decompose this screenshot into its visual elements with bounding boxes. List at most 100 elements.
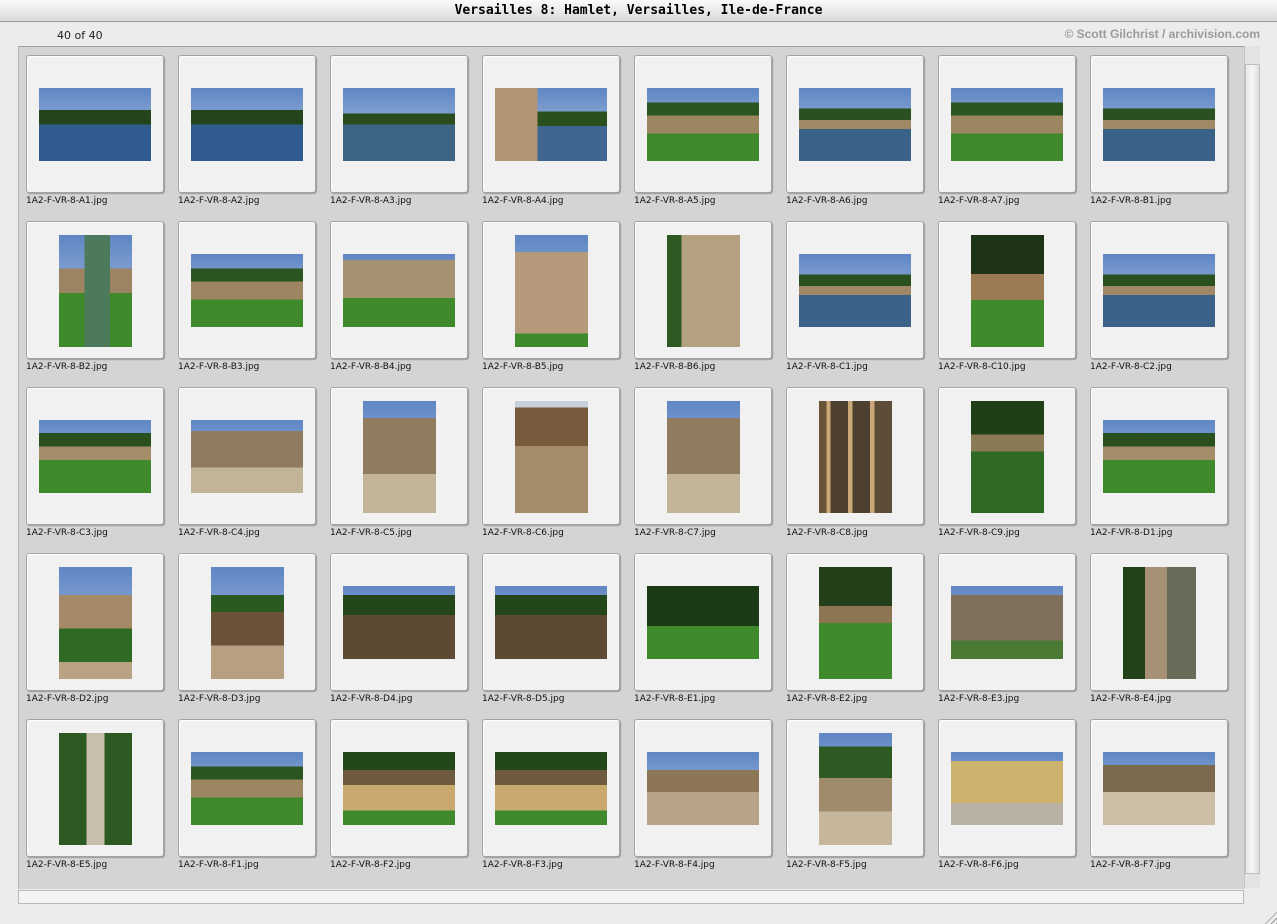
photo-thumbnail[interactable] [495, 586, 607, 659]
slide-frame[interactable] [634, 55, 772, 193]
thumbnail-cell[interactable]: 1A2-F-VR-8-C10.jpg [931, 214, 1076, 380]
thumbnail-cell[interactable]: 1A2-F-VR-8-A2.jpg [171, 48, 316, 214]
slide-frame[interactable] [330, 719, 468, 857]
slide-frame[interactable] [634, 719, 772, 857]
slide-frame[interactable] [482, 719, 620, 857]
photo-thumbnail[interactable] [39, 420, 151, 493]
slide-frame[interactable] [178, 387, 316, 525]
thumbnail-cell[interactable]: 1A2-F-VR-8-D4.jpg [323, 546, 468, 712]
thumbnail-cell[interactable]: 1A2-F-VR-8-F6.jpg [931, 712, 1076, 878]
thumbnail-cell[interactable]: 1A2-F-VR-8-D5.jpg [475, 546, 620, 712]
photo-thumbnail[interactable] [495, 752, 607, 825]
thumbnail-cell[interactable]: 1A2-F-VR-8-E1.jpg [627, 546, 772, 712]
slide-frame[interactable] [26, 719, 164, 857]
photo-thumbnail[interactable] [59, 235, 132, 347]
slide-frame[interactable] [938, 221, 1076, 359]
slide-frame[interactable] [330, 55, 468, 193]
thumbnail-cell[interactable]: 1A2-F-VR-8-E2.jpg [779, 546, 924, 712]
slide-frame[interactable] [634, 553, 772, 691]
slide-frame[interactable] [482, 221, 620, 359]
photo-thumbnail[interactable] [799, 254, 911, 327]
thumbnail-cell[interactable]: 1A2-F-VR-8-A3.jpg [323, 48, 468, 214]
thumbnail-cell[interactable]: 1A2-F-VR-8-F1.jpg [171, 712, 316, 878]
thumbnail-cell[interactable]: 1A2-F-VR-8-D3.jpg [171, 546, 316, 712]
photo-thumbnail[interactable] [971, 401, 1044, 513]
photo-thumbnail[interactable] [667, 401, 740, 513]
slide-frame[interactable] [178, 221, 316, 359]
thumbnail-cell[interactable]: 1A2-F-VR-8-C7.jpg [627, 380, 772, 546]
photo-thumbnail[interactable] [191, 88, 303, 161]
slide-frame[interactable] [1090, 553, 1228, 691]
photo-thumbnail[interactable] [515, 401, 588, 513]
photo-thumbnail[interactable] [191, 254, 303, 327]
slide-frame[interactable] [330, 387, 468, 525]
photo-thumbnail[interactable] [1103, 752, 1215, 825]
photo-thumbnail[interactable] [1103, 254, 1215, 327]
slide-frame[interactable] [26, 553, 164, 691]
thumbnail-cell[interactable]: 1A2-F-VR-8-C9.jpg [931, 380, 1076, 546]
thumbnail-cell[interactable]: 1A2-F-VR-8-E4.jpg [1083, 546, 1228, 712]
thumbnail-cell[interactable]: 1A2-F-VR-8-C6.jpg [475, 380, 620, 546]
thumbnail-cell[interactable]: 1A2-F-VR-8-D1.jpg [1083, 380, 1228, 546]
thumbnail-cell[interactable]: 1A2-F-VR-8-B2.jpg [19, 214, 164, 380]
photo-thumbnail[interactable] [343, 752, 455, 825]
slide-frame[interactable] [786, 719, 924, 857]
slide-frame[interactable] [786, 221, 924, 359]
photo-thumbnail[interactable] [819, 567, 892, 679]
thumbnail-cell[interactable]: 1A2-F-VR-8-D2.jpg [19, 546, 164, 712]
thumbnail-cell[interactable]: 1A2-F-VR-8-A6.jpg [779, 48, 924, 214]
slide-frame[interactable] [178, 553, 316, 691]
slide-frame[interactable] [786, 387, 924, 525]
photo-thumbnail[interactable] [647, 752, 759, 825]
thumbnail-cell[interactable]: 1A2-F-VR-8-B6.jpg [627, 214, 772, 380]
slide-frame[interactable] [1090, 221, 1228, 359]
vertical-scrollbar[interactable] [1244, 46, 1260, 888]
photo-thumbnail[interactable] [515, 235, 588, 347]
photo-thumbnail[interactable] [59, 733, 132, 845]
thumbnail-cell[interactable]: 1A2-F-VR-8-A7.jpg [931, 48, 1076, 214]
slide-frame[interactable] [1090, 55, 1228, 193]
thumbnail-cell[interactable]: 1A2-F-VR-8-E5.jpg [19, 712, 164, 878]
slide-frame[interactable] [330, 221, 468, 359]
photo-thumbnail[interactable] [971, 235, 1044, 347]
thumbnail-cell[interactable]: 1A2-F-VR-8-F4.jpg [627, 712, 772, 878]
thumbnail-cell[interactable]: 1A2-F-VR-8-B1.jpg [1083, 48, 1228, 214]
photo-thumbnail[interactable] [59, 567, 132, 679]
photo-thumbnail[interactable] [951, 752, 1063, 825]
thumbnail-cell[interactable]: 1A2-F-VR-8-B5.jpg [475, 214, 620, 380]
photo-thumbnail[interactable] [211, 567, 284, 679]
photo-thumbnail[interactable] [799, 88, 911, 161]
thumbnail-cell[interactable]: 1A2-F-VR-8-F3.jpg [475, 712, 620, 878]
photo-thumbnail[interactable] [819, 733, 892, 845]
slide-frame[interactable] [178, 719, 316, 857]
slide-frame[interactable] [482, 553, 620, 691]
slide-frame[interactable] [482, 55, 620, 193]
thumbnail-cell[interactable]: 1A2-F-VR-8-B3.jpg [171, 214, 316, 380]
photo-thumbnail[interactable] [363, 401, 436, 513]
photo-thumbnail[interactable] [343, 586, 455, 659]
thumbnail-cell[interactable]: 1A2-F-VR-8-B4.jpg [323, 214, 468, 380]
photo-thumbnail[interactable] [39, 88, 151, 161]
thumbnail-cell[interactable]: 1A2-F-VR-8-C8.jpg [779, 380, 924, 546]
thumbnail-cell[interactable]: 1A2-F-VR-8-F5.jpg [779, 712, 924, 878]
slide-frame[interactable] [938, 719, 1076, 857]
photo-thumbnail[interactable] [1103, 420, 1215, 493]
photo-thumbnail[interactable] [1123, 567, 1196, 679]
slide-frame[interactable] [26, 221, 164, 359]
photo-thumbnail[interactable] [495, 88, 607, 161]
photo-thumbnail[interactable] [951, 586, 1063, 659]
slide-frame[interactable] [938, 553, 1076, 691]
slide-frame[interactable] [330, 553, 468, 691]
photo-thumbnail[interactable] [191, 420, 303, 493]
slide-frame[interactable] [26, 387, 164, 525]
slide-frame[interactable] [1090, 719, 1228, 857]
photo-thumbnail[interactable] [647, 586, 759, 659]
slide-frame[interactable] [938, 387, 1076, 525]
thumbnail-cell[interactable]: 1A2-F-VR-8-F2.jpg [323, 712, 468, 878]
thumbnail-cell[interactable]: 1A2-F-VR-8-C2.jpg [1083, 214, 1228, 380]
photo-thumbnail[interactable] [191, 752, 303, 825]
slide-frame[interactable] [786, 553, 924, 691]
slide-frame[interactable] [634, 387, 772, 525]
photo-thumbnail[interactable] [343, 254, 455, 327]
slide-frame[interactable] [1090, 387, 1228, 525]
